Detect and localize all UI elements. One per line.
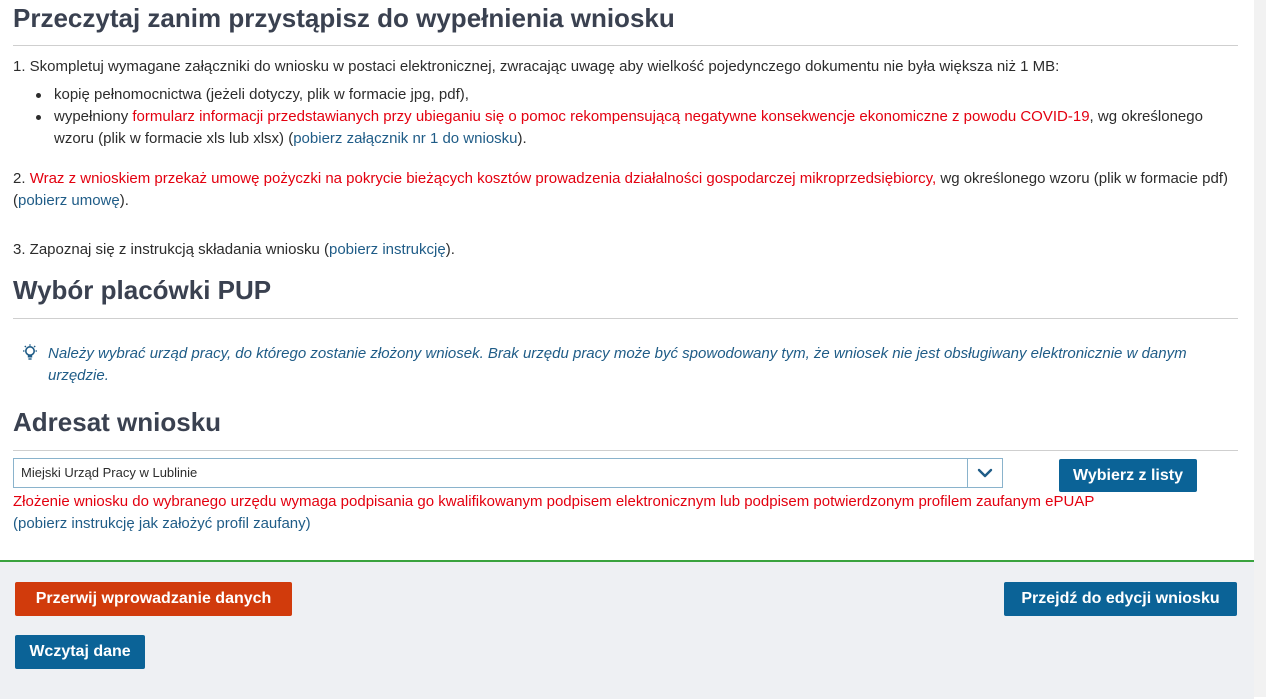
lightbulb-icon <box>23 344 37 360</box>
cancel-entry-button[interactable]: Przerwij wprowadzanie danych <box>15 582 292 616</box>
required-agreement-text: Wraz z wnioskiem przekaż umowę pożyczki … <box>29 170 937 187</box>
pup-section-title: Wybór placówki PUP <box>13 275 272 305</box>
footer-actions: Przerwij wprowadzanie danych Przejdź do … <box>0 560 1254 699</box>
divider <box>13 318 1238 319</box>
office-select-value: Miejski Urząd Pracy w Lublinie <box>21 465 198 480</box>
download-instruction-link[interactable]: pobierz instrukcję <box>329 241 446 258</box>
page-scroll-gutter <box>1254 0 1266 697</box>
load-data-button[interactable]: Wczytaj dane <box>15 635 145 669</box>
bullet-text: kopię pełnomocnictwa (jeżeli dotyczy, pl… <box>54 86 469 103</box>
profile-instruction-link[interactable]: (pobierz instrukcję jak założyć profil z… <box>13 515 311 532</box>
select-separator <box>967 459 968 487</box>
bullet-dot <box>36 115 41 120</box>
divider <box>13 45 1238 46</box>
download-attachment-1-link[interactable]: pobierz załącznik nr 1 do wniosku <box>293 130 517 147</box>
instruction-item-3: 3. Zapoznaj się z instrukcją składania w… <box>13 239 1238 261</box>
required-form-text: formularz informacji przedstawianych prz… <box>132 108 1090 125</box>
bullet-text: wypełniony <box>54 108 133 125</box>
signature-warning: Złożenie wniosku do wybranego urzędu wym… <box>13 491 1238 535</box>
item-number: 2. <box>13 170 30 187</box>
signature-warning-text: Złożenie wniosku do wybranego urzędu wym… <box>13 493 1095 510</box>
info-text: Należy wybrać urząd pracy, do którego zo… <box>48 345 1187 384</box>
bullet-text: ). <box>517 130 527 147</box>
list-item: kopię pełnomocnictwa (jeżeli dotyczy, pl… <box>36 84 1234 106</box>
instruction-item-1: 1. Skompletuj wymagane załączniki do wni… <box>13 58 1060 75</box>
page-title: Przeczytaj zanim przystąpisz do wypełnie… <box>13 3 675 33</box>
chevron-down-icon[interactable] <box>976 465 994 481</box>
divider <box>13 450 1238 451</box>
addressee-section-title: Adresat wniosku <box>13 407 222 437</box>
instruction-item-2: 2. Wraz z wnioskiem przekaż umowę pożycz… <box>13 168 1238 212</box>
download-agreement-link[interactable]: pobierz umowę <box>18 192 120 209</box>
item-text: 3. Zapoznaj się z instrukcją składania w… <box>13 241 329 258</box>
choose-from-list-button[interactable]: Wybierz z listy <box>1059 459 1197 492</box>
go-to-edit-button[interactable]: Przejdź do edycji wniosku <box>1004 582 1237 616</box>
office-select[interactable]: Miejski Urząd Pracy w Lublinie <box>13 458 1003 488</box>
page: Przeczytaj zanim przystąpisz do wypełnie… <box>0 0 1254 699</box>
bullet-dot <box>36 93 41 98</box>
item-text: ). <box>119 192 129 209</box>
list-item: wypełniony formularz informacji przedsta… <box>36 106 1234 150</box>
item-text: ). <box>445 241 455 258</box>
